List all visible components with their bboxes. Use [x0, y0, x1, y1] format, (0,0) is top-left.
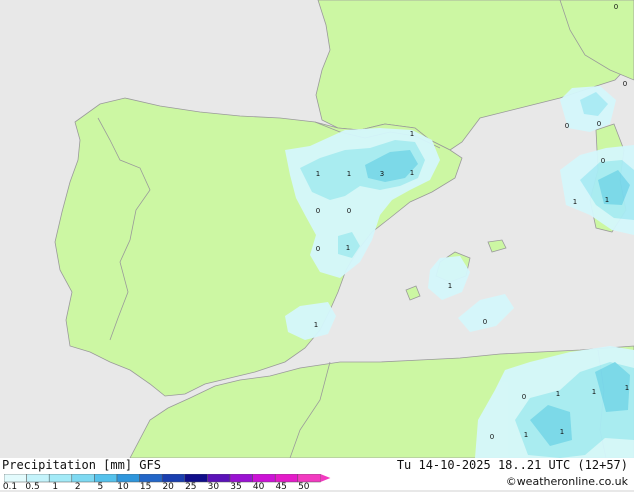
- legend-swatch: [139, 474, 163, 483]
- legend-swatch: [71, 474, 95, 483]
- legend-arrow: [320, 474, 331, 482]
- legend-swatch: [48, 474, 73, 483]
- point-value: 0: [483, 318, 487, 326]
- point-value: 0: [316, 245, 320, 253]
- point-value: 1: [410, 169, 414, 177]
- point-value: 0: [490, 433, 494, 441]
- precipitation-map: 1 1 1 3 1 1 0 0 0 1 1 1 0 0 0 0 1 0 0 0 …: [0, 0, 634, 458]
- legend-swatch: [297, 474, 321, 483]
- point-value: 0: [597, 120, 601, 128]
- legend-tick-label: 10: [117, 482, 129, 492]
- legend-tick-label: 5: [97, 482, 104, 492]
- point-value: 0: [565, 122, 569, 130]
- legend-swatch: [207, 474, 231, 483]
- point-value: 1: [605, 196, 609, 204]
- point-value: 1: [316, 170, 320, 178]
- legend-swatch: [161, 474, 186, 483]
- point-value: 0: [614, 3, 618, 11]
- point-value: 1: [556, 390, 560, 398]
- map-title: Precipitation [mm] GFS: [2, 458, 161, 472]
- point-value: 1: [560, 428, 564, 436]
- legend-swatch: [252, 474, 276, 483]
- point-value: 1: [592, 388, 596, 396]
- legend-tick-label: 15: [139, 482, 152, 492]
- point-value: 0: [623, 80, 627, 88]
- legend-swatch: [94, 474, 118, 483]
- valid-time: Tu 14-10-2025 18..21 UTC (12+57): [396, 458, 628, 472]
- point-value: 1: [625, 384, 629, 392]
- point-value: 0: [316, 207, 320, 215]
- legend-tick-label: 20: [162, 482, 174, 492]
- point-value: 1: [346, 244, 350, 252]
- legend-swatch: [229, 474, 253, 483]
- legend-tick-label: 2: [74, 482, 81, 492]
- legend-tick-label: 0.1: [2, 482, 18, 492]
- point-value: 1: [410, 130, 414, 138]
- legend-tick-label: 45: [275, 482, 287, 492]
- point-value: 0: [601, 157, 605, 165]
- point-value: 1: [314, 321, 318, 329]
- legend-swatch: [26, 474, 50, 483]
- point-value: 1: [448, 282, 452, 290]
- point-value: 3: [380, 170, 384, 178]
- point-value: 0: [347, 207, 351, 215]
- legend-tick-label: 0.5: [25, 482, 40, 492]
- legend-tick-label: 35: [230, 482, 242, 492]
- legend-swatch: [116, 474, 140, 483]
- point-value: 1: [573, 198, 577, 206]
- legend-tick-label: 50: [298, 482, 310, 492]
- legend-tick-label: 30: [207, 482, 220, 492]
- legend-swatch: [274, 474, 299, 483]
- map-footer: Precipitation [mm] GFS Tu 14-10-2025 18.…: [0, 458, 634, 492]
- point-value: 1: [347, 170, 351, 178]
- point-value: 1: [524, 431, 528, 439]
- legend-swatch: [4, 474, 27, 483]
- point-value: 0: [522, 393, 526, 401]
- legend-tick-label: 1: [52, 482, 59, 492]
- legend-swatch: [184, 474, 208, 483]
- legend-tick-label: 25: [185, 482, 197, 492]
- legend-tick-label: 40: [252, 482, 265, 492]
- credit-text: ©weatheronline.co.uk: [505, 475, 628, 488]
